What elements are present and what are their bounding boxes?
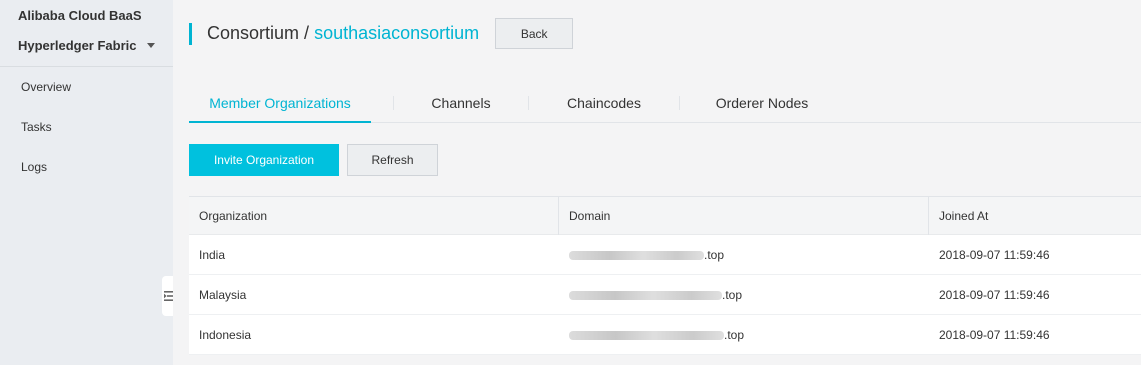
sidebar-nav: Overview Tasks Logs bbox=[0, 67, 173, 195]
joined-at-cell: 2018-09-07 11:59:46 bbox=[939, 288, 1050, 302]
header-accent-bar bbox=[189, 22, 192, 45]
tab-orderer-nodes[interactable]: Orderer Nodes bbox=[680, 84, 844, 123]
tab-bar: Member Organizations Channels Chaincodes… bbox=[189, 84, 1141, 123]
organization-cell: Indonesia bbox=[199, 328, 252, 342]
tab-chaincodes[interactable]: Chaincodes bbox=[529, 84, 679, 123]
sidebar-item-tasks[interactable]: Tasks bbox=[0, 115, 173, 155]
table-row: Malaysia .top 2018-09-07 11:59:46 bbox=[189, 275, 1141, 315]
domain-suffix: .top bbox=[724, 328, 745, 342]
domain-cell: .top bbox=[559, 275, 929, 315]
redacted-text bbox=[569, 330, 724, 340]
sidebar: Alibaba Cloud BaaS Hyperledger Fabric Ov… bbox=[0, 0, 173, 365]
domain-cell: .top bbox=[559, 235, 929, 275]
caret-down-icon bbox=[146, 43, 155, 48]
sidebar-item-logs[interactable]: Logs bbox=[0, 155, 173, 195]
breadcrumb: Consortium / southasiaconsortium bbox=[207, 23, 479, 44]
product-selector-label: Hyperledger Fabric bbox=[18, 38, 137, 53]
table-header: Organization Domain Joined At bbox=[189, 197, 1141, 235]
breadcrumb-current[interactable]: southasiaconsortium bbox=[314, 23, 479, 43]
tab-member-organizations[interactable]: Member Organizations bbox=[189, 84, 371, 123]
sidebar-header: Alibaba Cloud BaaS Hyperledger Fabric bbox=[0, 0, 173, 67]
organizations-table: Organization Domain Joined At India .top… bbox=[189, 196, 1141, 355]
column-header-organization: Organization bbox=[189, 197, 559, 235]
redacted-text bbox=[569, 290, 722, 300]
joined-at-cell: 2018-09-07 11:59:46 bbox=[939, 248, 1050, 262]
breadcrumb-root: Consortium / bbox=[207, 23, 310, 43]
organization-cell: Malaysia bbox=[199, 288, 247, 302]
product-title: Alibaba Cloud BaaS bbox=[18, 8, 142, 23]
tab-channels[interactable]: Channels bbox=[394, 84, 528, 123]
domain-suffix: .top bbox=[704, 248, 725, 262]
table-row: India .top 2018-09-07 11:59:46 bbox=[189, 235, 1141, 275]
domain-suffix: .top bbox=[722, 288, 743, 302]
refresh-button[interactable]: Refresh bbox=[347, 144, 438, 176]
organization-cell: India bbox=[199, 248, 226, 262]
redacted-text bbox=[569, 250, 704, 260]
product-selector[interactable]: Hyperledger Fabric bbox=[18, 38, 173, 53]
back-button[interactable]: Back bbox=[495, 18, 574, 49]
sidebar-item-overview[interactable]: Overview bbox=[0, 75, 173, 115]
column-header-domain: Domain bbox=[559, 197, 929, 235]
table-row: Indonesia .top 2018-09-07 11:59:46 bbox=[189, 315, 1141, 355]
domain-cell: .top bbox=[559, 315, 929, 355]
page-header: Consortium / southasiaconsortium Back bbox=[173, 0, 1141, 67]
invite-organization-button[interactable]: Invite Organization bbox=[189, 144, 339, 176]
action-toolbar: Invite Organization Refresh bbox=[189, 144, 438, 176]
joined-at-cell: 2018-09-07 11:59:46 bbox=[939, 328, 1050, 342]
main-content: Consortium / southasiaconsortium Back Me… bbox=[173, 0, 1141, 365]
column-header-joined-at: Joined At bbox=[939, 209, 989, 223]
